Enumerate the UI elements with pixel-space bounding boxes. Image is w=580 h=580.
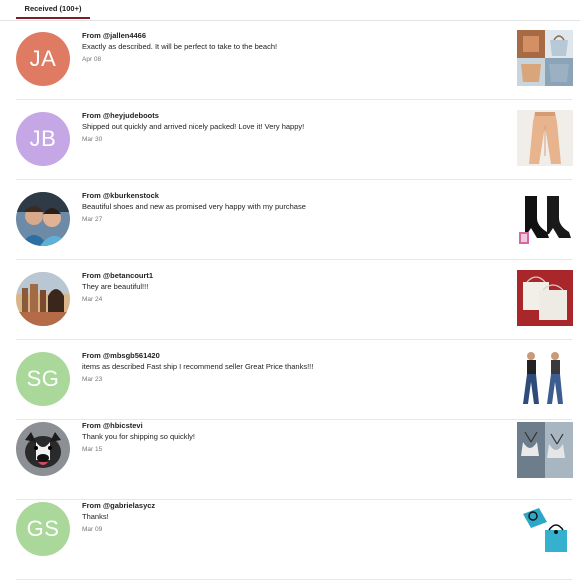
avatar-photo[interactable] xyxy=(16,192,70,246)
review-date: Mar 30 xyxy=(82,136,103,143)
review-message: items as described Fast ship I recommend… xyxy=(82,362,314,371)
review-author[interactable]: From @hbicstevi xyxy=(82,421,502,431)
review-row[interactable]: JA From @jallen4466 Exactly as described… xyxy=(0,20,580,100)
review-message: They are beautiful!!! xyxy=(82,282,149,291)
avatar-photo[interactable] xyxy=(16,272,70,326)
review-date: Mar 27 xyxy=(82,216,103,223)
avatar-initials: SG xyxy=(26,366,60,391)
avatar-initials: JB xyxy=(29,126,57,151)
product-thumbnail-flare-jeans[interactable] xyxy=(517,350,573,406)
review-author[interactable]: From @heyjudeboots xyxy=(82,111,502,121)
review-author[interactable]: From @kburkenstock xyxy=(82,191,502,201)
review-row[interactable]: From @betancourt1 They are beautiful!!! … xyxy=(0,260,580,340)
product-thumbnail-pants[interactable] xyxy=(517,110,573,166)
review-message: Beautiful shoes and new as promised very… xyxy=(82,202,306,211)
review-date: Mar 24 xyxy=(82,296,103,303)
avatar[interactable]: GS xyxy=(16,502,70,556)
review-message: Thanks! xyxy=(82,512,109,521)
review-message: Exactly as described. It will be perfect… xyxy=(82,42,278,51)
avatar-photo[interactable] xyxy=(16,422,70,476)
review-date: Apr 08 xyxy=(82,56,102,63)
product-thumbnail-beach-bag[interactable] xyxy=(517,30,573,86)
avatar-initials: JA xyxy=(29,46,57,71)
tab-bar: Received (100+) xyxy=(0,0,580,21)
avatar[interactable]: JA xyxy=(16,32,70,86)
review-row[interactable]: From @kburkenstock Beautiful shoes and n… xyxy=(0,180,580,260)
avatar[interactable]: JB xyxy=(16,112,70,166)
review-author[interactable]: From @betancourt1 xyxy=(82,271,502,281)
review-row[interactable]: SG From @mbsgb561420 items as described … xyxy=(0,340,580,420)
product-thumbnail-boots[interactable] xyxy=(517,190,573,246)
product-thumbnail-turquoise-bags[interactable] xyxy=(517,500,573,556)
avatar[interactable]: SG xyxy=(16,352,70,406)
review-row[interactable]: JB From @heyjudeboots Shipped out quickl… xyxy=(0,100,580,180)
tab-active-indicator xyxy=(16,17,90,19)
review-date: Mar 15 xyxy=(82,446,103,453)
avatar-initials: GS xyxy=(26,516,60,541)
product-thumbnail-bags-on-red[interactable] xyxy=(517,270,573,326)
review-message: Shipped out quickly and arrived nicely p… xyxy=(82,122,305,131)
review-row[interactable]: From @hbicstevi Thank you for shipping s… xyxy=(0,420,580,500)
review-row[interactable]: GS From @gabrielasycz Thanks! Mar 09 xyxy=(0,500,580,580)
review-date: Mar 23 xyxy=(82,376,103,383)
review-author[interactable]: From @mbsgb561420 xyxy=(82,351,502,361)
review-date: Mar 09 xyxy=(82,526,103,533)
review-message: Thank you for shipping so quickly! xyxy=(82,432,195,441)
product-thumbnail-bralette[interactable] xyxy=(517,422,573,478)
review-author[interactable]: From @gabrielasycz xyxy=(82,501,502,511)
review-author[interactable]: From @jallen4466 xyxy=(82,31,502,41)
